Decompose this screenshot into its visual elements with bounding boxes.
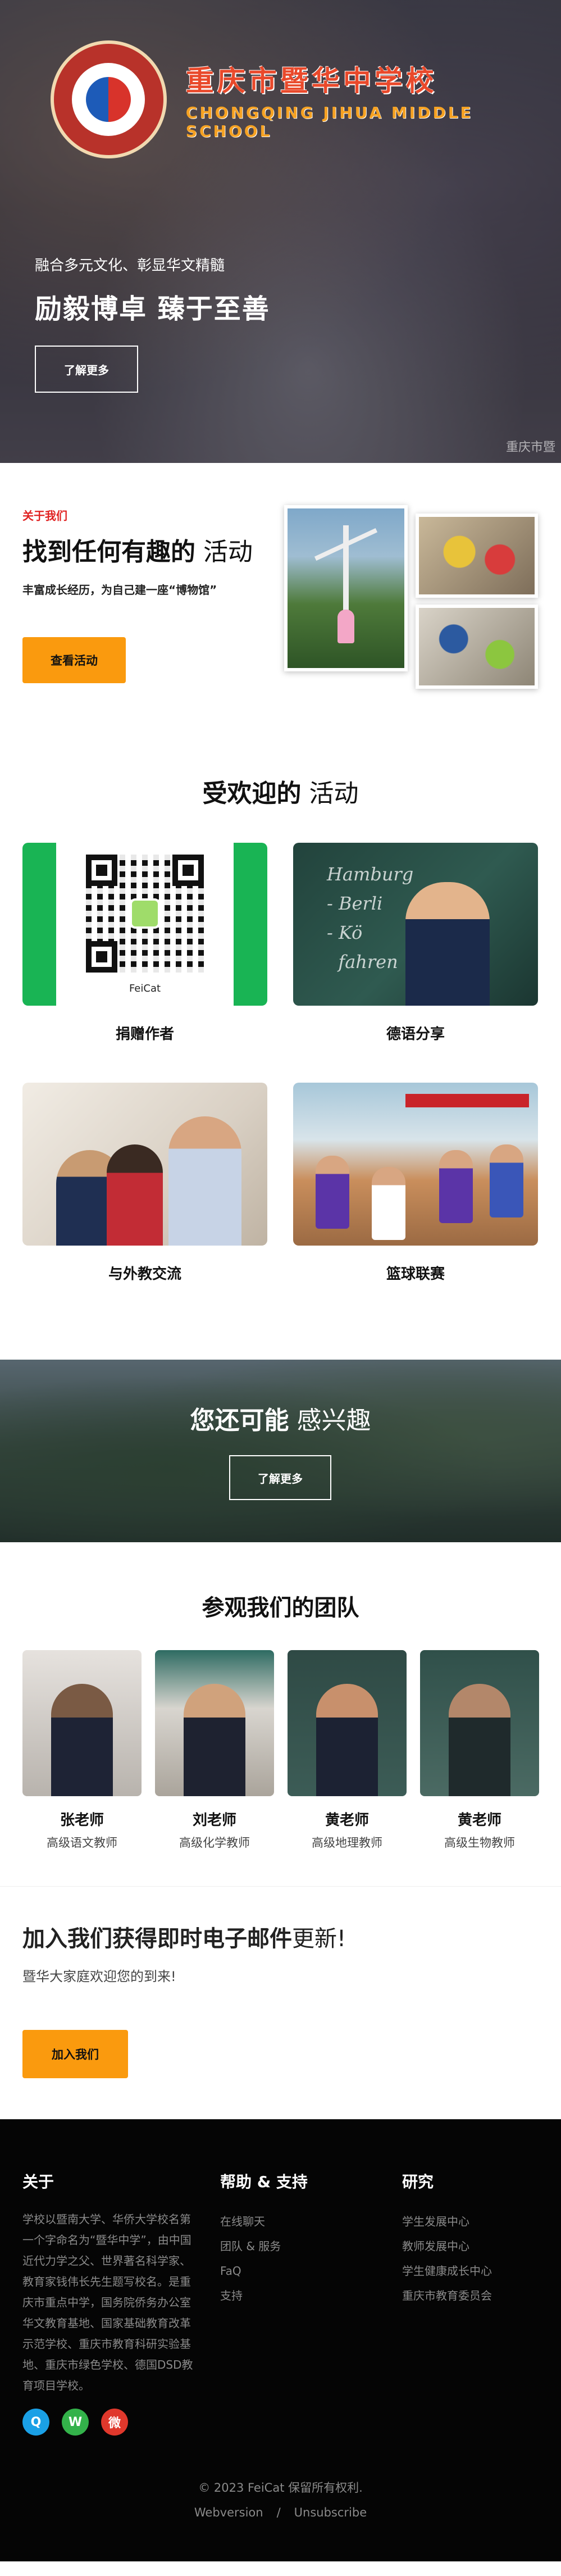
school-emblem-icon: [51, 40, 167, 158]
footer-link-chat[interactable]: 在线聊天: [220, 2209, 366, 2234]
footer-help: 帮助 & 支持 在线聊天 团队 & 服务 FaQ 支持: [220, 2170, 366, 2308]
activity-card-donate[interactable]: FeiCat 捐赠作者: [22, 843, 267, 1043]
footer-link-edu-committee[interactable]: 重庆市教育委员会: [402, 2283, 542, 2308]
copyright-text: © 2023 FeiCat 保留所有权利.: [198, 2481, 363, 2495]
webversion-link[interactable]: Webversion: [194, 2506, 263, 2519]
about-photo-tower: [284, 505, 408, 671]
member-photo: [420, 1650, 539, 1796]
activity-card-basketball[interactable]: 篮球联赛: [293, 1083, 538, 1283]
bottom-strip: [0, 2561, 561, 2576]
social-links: Q W 微: [22, 2409, 197, 2436]
activity-card-german[interactable]: Hamburg - Berli - Kö fahren 德语分享: [293, 843, 538, 1043]
learn-more-button-2[interactable]: 了解更多: [229, 1455, 331, 1500]
weibo-icon[interactable]: 微: [101, 2409, 128, 2436]
member-photo: [288, 1650, 407, 1796]
activity-card-label: 与外教交流: [108, 1266, 181, 1283]
learn-more-button[interactable]: 了解更多: [35, 346, 138, 393]
view-activities-button[interactable]: 查看活动: [22, 637, 126, 683]
exchange-photo: [22, 1083, 267, 1246]
activity-card-exchange[interactable]: 与外教交流: [22, 1083, 267, 1283]
newsletter-section: 加入我们获得即时电子邮件更新! 暨华大家庭欢迎您的到来! 加入我们: [0, 1886, 561, 2119]
about-description: 丰富成长经历，为自己建一座“博物馆”: [22, 583, 217, 597]
blackboard-text: Hamburg - Berli - Kö fahren: [327, 864, 414, 973]
footer-help-heading: 帮助 & 支持: [220, 2173, 308, 2191]
german-photo: Hamburg - Berli - Kö fahren: [293, 843, 538, 1006]
footer-research-heading: 研究: [402, 2173, 434, 2191]
member-role: 高级语文教师: [47, 1836, 117, 1850]
hero-subtitle: 融合多元文化、彰显华文精髓: [35, 257, 225, 274]
member-name: 张老师: [60, 1812, 104, 1829]
footer-about-heading: 关于: [22, 2173, 54, 2191]
about-photo-students: [416, 605, 538, 689]
hero-title: 励毅博卓 臻于至善: [35, 293, 270, 325]
member-name: 黄老师: [325, 1812, 369, 1829]
footer-link-team[interactable]: 团队 & 服务: [220, 2234, 366, 2259]
footer-link-student-dev[interactable]: 学生发展中心: [402, 2209, 542, 2234]
about-title: 找到任何有趣的 活动: [22, 538, 253, 566]
footer-link-teacher-dev[interactable]: 教师发展中心: [402, 2234, 542, 2259]
about-section: 关于我们 找到任何有趣的 活动 丰富成长经历，为自己建一座“博物馆” 查看活动: [0, 463, 561, 721]
team-member[interactable]: 黄老师 高级生物教师: [420, 1650, 539, 1851]
school-name-cn: 重庆市暨华中学校: [185, 65, 437, 97]
newsletter-description: 暨华大家庭欢迎您的到来!: [22, 1969, 176, 1984]
site-footer: 关于 学校以暨南大学、华侨大学校名第一个字命名为“暨华中学”，由中国近代力学之父…: [0, 2119, 561, 2576]
link-separator: /: [276, 2506, 281, 2519]
donate-qr-image: FeiCat: [22, 843, 267, 1006]
qr-code-icon: [86, 854, 204, 973]
footer-about-text: 学校以暨南大学、华侨大学校名第一个字命名为“暨华中学”，由中国近代力学之父、世界…: [22, 2212, 193, 2392]
about-kicker: 关于我们: [22, 509, 67, 523]
team-member[interactable]: 刘老师 高级化学教师: [155, 1650, 274, 1851]
team-member[interactable]: 黄老师 高级地理教师: [288, 1650, 407, 1851]
member-role: 高级地理教师: [312, 1836, 382, 1850]
footer-about: 关于 学校以暨南大学、华侨大学校名第一个字命名为“暨华中学”，由中国近代力学之父…: [22, 2170, 197, 2436]
basketball-photo: [293, 1083, 538, 1246]
hero-banner: 重庆市暨华中学校 CHONGQING JIHUA MIDDLE SCHOOL 融…: [0, 0, 561, 463]
popular-section: 受欢迎的 活动 FeiCat 捐赠作者 Hamburg - Berli - Kö…: [0, 721, 561, 1360]
member-name: 黄老师: [457, 1812, 501, 1829]
school-logo[interactable]: 重庆市暨华中学校 CHONGQING JIHUA MIDDLE SCHOOL: [51, 40, 561, 158]
qq-icon[interactable]: Q: [22, 2409, 49, 2436]
member-role: 高级化学教师: [179, 1836, 250, 1850]
join-us-button[interactable]: 加入我们: [22, 2030, 128, 2078]
footer-link-support[interactable]: 支持: [220, 2283, 366, 2308]
member-photo: [22, 1650, 142, 1796]
photo-watermark: 重庆市暨: [505, 440, 555, 455]
team-section: 参观我们的团队 张老师 高级语文教师 刘老师 高级化学教师 黄老师 高级地理教师…: [0, 1542, 561, 1886]
about-photo-classroom: [416, 514, 538, 598]
interest-banner: 您还可能 感兴趣 了解更多: [0, 1360, 561, 1542]
newsletter-title: 加入我们获得即时电子邮件更新!: [22, 1926, 346, 1952]
popular-title: 受欢迎的 活动: [202, 779, 359, 808]
activity-card-label: 德语分享: [386, 1026, 445, 1043]
member-name: 刘老师: [192, 1812, 236, 1829]
member-role: 高级生物教师: [444, 1836, 515, 1850]
member-photo: [155, 1650, 274, 1796]
footer-bottom-links: Webversion / Unsubscribe: [0, 2506, 561, 2519]
activity-card-label: 捐赠作者: [115, 1026, 174, 1043]
unsubscribe-link[interactable]: Unsubscribe: [294, 2506, 367, 2519]
footer-link-health[interactable]: 学生健康成长中心: [402, 2259, 542, 2283]
school-name-en: CHONGQING JIHUA MIDDLE SCHOOL: [185, 103, 473, 140]
team-member[interactable]: 张老师 高级语文教师: [22, 1650, 142, 1851]
qr-caption: FeiCat: [129, 982, 161, 994]
team-title: 参观我们的团队: [202, 1595, 359, 1621]
activity-card-label: 篮球联赛: [386, 1266, 445, 1283]
footer-research: 研究 学生发展中心 教师发展中心 学生健康成长中心 重庆市教育委员会: [402, 2170, 542, 2308]
interest-title: 您还可能 感兴趣: [190, 1406, 371, 1435]
footer-link-faq[interactable]: FaQ: [220, 2259, 366, 2283]
wechat-icon[interactable]: W: [62, 2409, 89, 2436]
